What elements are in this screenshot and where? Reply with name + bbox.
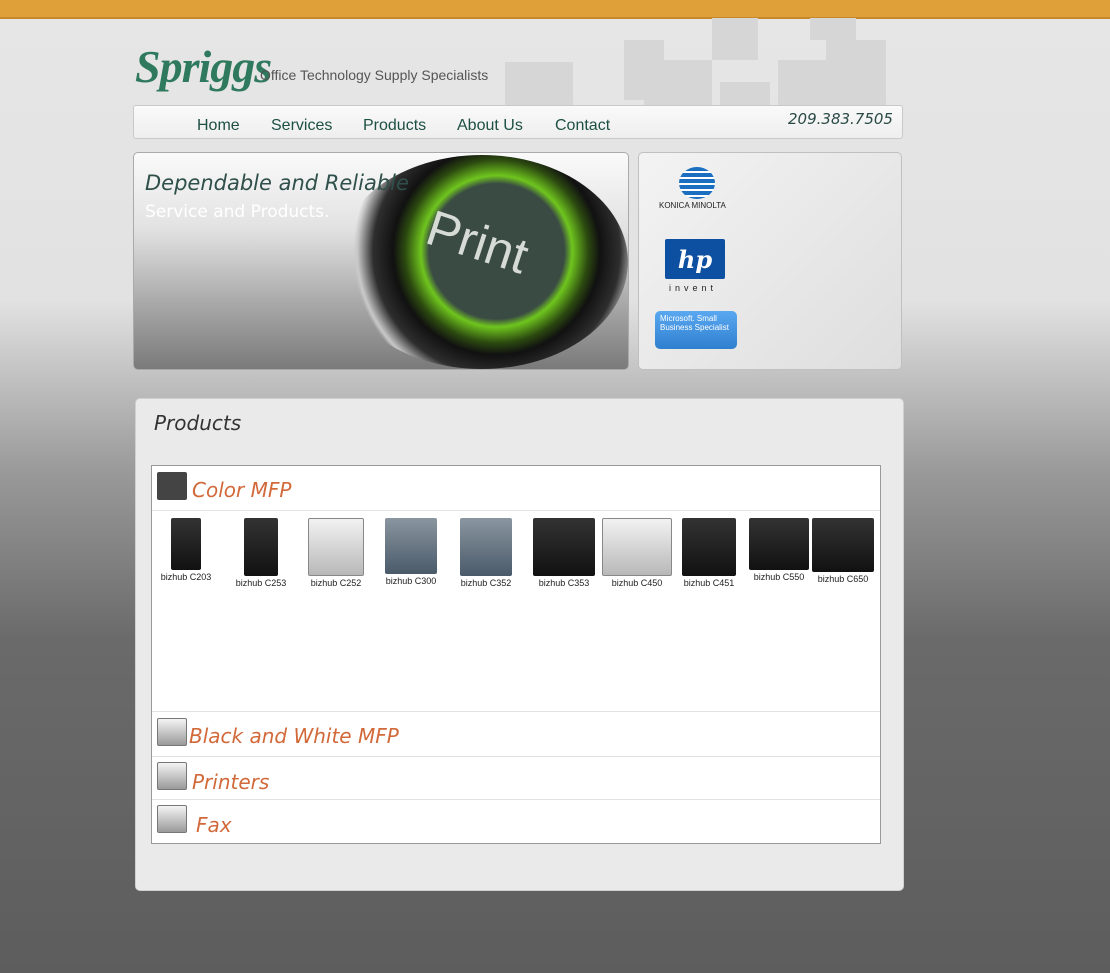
decorative-squares [505,62,573,105]
nav-contact[interactable]: Contact [555,117,610,135]
hp-logo-icon[interactable]: hp [665,239,725,279]
product-item[interactable]: bizhub C253 [224,518,298,588]
tagline: Office Technology Supply Specialists [260,67,489,83]
printer-icon [171,518,201,570]
hp-logo-text: hp [677,244,713,274]
section-color-mfp[interactable]: Color MFP [152,466,880,511]
section-fax[interactable]: Fax [152,800,880,842]
section-color-mfp-label: Color MFP [192,478,292,502]
hero-subline: Service and Products. [145,202,330,222]
nav-products[interactable]: Products [363,117,426,135]
decorative-squares [712,18,758,60]
product-name: bizhub C450 [611,578,663,588]
section-black-and-white-mfp[interactable]: Black and White MFP [152,711,880,757]
products-accordion: Color MFP bizhub C203 bizhub C253 bizhub… [151,465,881,844]
logo[interactable]: Spriggs [135,40,272,93]
hero-banner: Print Dependable and Reliable Service an… [133,152,629,370]
printer-icon [602,518,672,576]
product-item[interactable]: bizhub C252 [299,518,373,588]
printer-icon [308,518,364,576]
printer-icon [749,518,809,570]
product-name: bizhub C451 [683,578,735,588]
product-name: bizhub C353 [538,578,590,588]
microsoft-small-business-badge[interactable]: Microsoft. Small Business Specialist [655,311,737,349]
section-fax-label: Fax [196,813,232,837]
section-printers[interactable]: Printers [152,756,880,800]
konica-minolta-logo-icon[interactable] [679,167,715,199]
product-item[interactable]: bizhub C300 [374,518,448,586]
product-name: bizhub C253 [235,578,287,588]
printer-icon [812,518,874,572]
printer-icon [460,518,512,576]
phone-number: 209.383.7505 [788,110,893,128]
product-item[interactable]: bizhub C203 [149,518,223,582]
printer-icon [385,518,437,574]
product-name: bizhub C352 [460,578,512,588]
product-name: bizhub C650 [817,574,869,584]
section-bw-mfp-label: Black and White MFP [189,724,399,748]
product-name: bizhub C252 [310,578,362,588]
decorative-squares [810,18,856,40]
product-item[interactable]: bizhub C352 [449,518,523,588]
product-name: bizhub C300 [385,576,437,586]
fax-icon [157,805,187,833]
nav-services[interactable]: Services [271,117,332,135]
konica-minolta-label: KONICA MINOLTA [659,201,726,210]
nav-home[interactable]: Home [197,117,240,135]
partner-logos-panel: KONICA MINOLTA hp invent Microsoft. Smal… [638,152,902,370]
product-item[interactable]: bizhub C353 [527,518,601,588]
top-accent-bar [0,0,1110,19]
printer-icon [244,518,278,576]
printer-icon [682,518,736,576]
product-item[interactable]: bizhub C450 [600,518,674,588]
hero-headline: Dependable and Reliable [145,171,409,195]
product-item[interactable]: bizhub C650 [806,518,880,584]
product-item[interactable]: bizhub C451 [672,518,746,588]
decorative-squares [826,40,886,105]
hp-tagline: invent [669,283,718,293]
section-printers-label: Printers [192,770,270,794]
product-name: bizhub C550 [753,572,805,582]
product-name: bizhub C203 [160,572,212,582]
decorative-squares [644,60,712,105]
product-item[interactable]: bizhub C550 [742,518,816,582]
products-panel: Products Color MFP bizhub C203 bizhub C2… [135,398,904,891]
bw-mfp-icon [157,718,187,746]
decorative-squares [720,82,770,105]
nav-about-us[interactable]: About Us [457,117,523,135]
printer-icon [533,518,595,576]
color-mfp-icon [157,472,187,500]
products-heading: Products [154,411,242,435]
printers-icon [157,762,187,790]
